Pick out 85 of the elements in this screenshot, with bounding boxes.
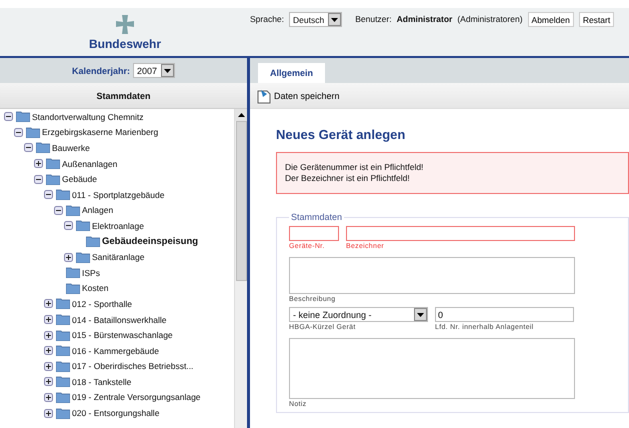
- user-role: (Administratoren): [457, 13, 523, 26]
- year-select[interactable]: 2007: [133, 63, 176, 78]
- folder-icon: [56, 314, 70, 326]
- tree-item[interactable]: 016 - Kammergebäude: [72, 346, 159, 356]
- expand-toggle-icon[interactable]: [34, 159, 43, 168]
- folder-icon: [66, 267, 80, 278]
- tree-item[interactable]: 012 - Sporthalle: [72, 298, 132, 309]
- cross-logo-icon: [115, 14, 135, 36]
- input-field[interactable]: [346, 226, 575, 241]
- error-message: Der Bezeichner ist ein Pflichtfeld!: [285, 173, 411, 184]
- panel-heading: Stammdaten: [96, 90, 150, 100]
- header-button[interactable]: Restart: [578, 12, 614, 27]
- tree-item[interactable]: 019 - Zentrale Versorgungsanlage: [72, 392, 201, 402]
- folder-icon: [76, 220, 90, 232]
- tree-item[interactable]: 011 - Sportplatzgebäude: [72, 190, 164, 200]
- input-field[interactable]: 0: [435, 307, 574, 322]
- user-name: Administrator: [396, 13, 452, 26]
- collapse-toggle-icon[interactable]: [4, 112, 13, 122]
- tab[interactable]: Allgemein: [258, 63, 326, 83]
- scrollbar[interactable]: [234, 109, 247, 428]
- expand-toggle-icon[interactable]: [44, 330, 53, 340]
- header-button[interactable]: Abmelden: [528, 12, 574, 27]
- collapse-toggle-icon[interactable]: [54, 206, 63, 215]
- tree-item[interactable]: Gebäudeeinspeisung: [102, 236, 198, 248]
- expand-toggle-icon[interactable]: [44, 392, 53, 402]
- folder-icon: [56, 360, 70, 372]
- folder-icon: [56, 298, 70, 310]
- scroll-up-icon: [238, 113, 244, 117]
- expand-toggle-icon[interactable]: [44, 408, 53, 418]
- folder-icon: [76, 252, 90, 263]
- folder-icon: [66, 204, 80, 216]
- tree-item[interactable]: Außenanlagen: [62, 158, 118, 169]
- tree-item[interactable]: Sanitäranlage: [92, 252, 144, 262]
- save-button[interactable]: Daten speichern: [256, 88, 340, 104]
- folder-icon: [86, 236, 100, 248]
- year-label: Kalenderjahr:: [72, 66, 130, 76]
- dropdown-arrow-icon: [164, 68, 172, 72]
- section-title: Stammdaten: [290, 212, 344, 222]
- tree-item[interactable]: 020 - Entsorgungshalle: [72, 408, 160, 418]
- save-document-icon: [256, 88, 272, 104]
- folder-icon: [66, 282, 80, 294]
- language-label: Sprache:: [250, 13, 284, 26]
- tree-item[interactable]: Standortverwaltung Chemnitz: [32, 112, 144, 122]
- tree-item[interactable]: 014 - Bataillonswerkhalle: [72, 314, 166, 325]
- tree-item[interactable]: Gebäude: [62, 174, 97, 184]
- language-select[interactable]: Deutsch: [289, 12, 342, 27]
- folder-icon: [56, 408, 70, 419]
- folder-icon: [56, 376, 70, 388]
- folder-icon: [26, 126, 40, 138]
- expand-toggle-icon[interactable]: [44, 299, 53, 308]
- tree-item[interactable]: Elektroanlage: [92, 220, 144, 231]
- collapse-toggle-icon[interactable]: [14, 128, 23, 137]
- folder-icon: [56, 330, 70, 341]
- folder-icon: [56, 392, 70, 403]
- user-label: Benutzer:: [355, 13, 392, 26]
- tree-item[interactable]: 015 - Bürstenwaschanlage: [72, 330, 173, 340]
- expand-toggle-icon[interactable]: [44, 346, 53, 356]
- input-field[interactable]: [289, 226, 339, 241]
- collapse-toggle-icon[interactable]: [34, 174, 43, 184]
- tree-item[interactable]: Bauwerke: [52, 142, 90, 153]
- folder-icon: [36, 142, 50, 154]
- tree-item[interactable]: Anlagen: [82, 205, 114, 216]
- tree-item[interactable]: Erzgebirgskaserne Marienberg: [42, 127, 158, 138]
- folder-icon: [56, 345, 70, 356]
- dropdown-arrow-icon: [331, 18, 338, 22]
- expand-toggle-icon[interactable]: [64, 252, 73, 262]
- folder-icon: [56, 189, 70, 200]
- collapse-toggle-icon[interactable]: [64, 221, 73, 230]
- folder-icon: [46, 174, 60, 185]
- folder-icon: [46, 158, 60, 170]
- collapse-toggle-icon[interactable]: [44, 190, 53, 200]
- tree-item[interactable]: Kosten: [82, 283, 108, 294]
- expand-toggle-icon[interactable]: [44, 315, 53, 324]
- logo-text: Bundeswehr: [88, 37, 161, 51]
- collapse-toggle-icon[interactable]: [24, 143, 33, 152]
- dropdown-arrow-icon: [417, 312, 424, 316]
- error-message: Die Gerätenummer ist ein Pflichtfeld!: [285, 162, 424, 173]
- expand-toggle-icon[interactable]: [44, 362, 53, 371]
- tree-item[interactable]: ISPs: [82, 268, 100, 278]
- tree-item[interactable]: 018 - Tankstelle: [72, 376, 132, 387]
- code-select[interactable]: - keine Zuordnung -: [289, 307, 428, 322]
- tree-item[interactable]: 017 - Oberirdisches Betriebsst...: [72, 361, 194, 372]
- form-title: Neues Gerät anlegen: [276, 127, 406, 142]
- folder-icon: [16, 111, 30, 122]
- expand-toggle-icon[interactable]: [44, 377, 53, 386]
